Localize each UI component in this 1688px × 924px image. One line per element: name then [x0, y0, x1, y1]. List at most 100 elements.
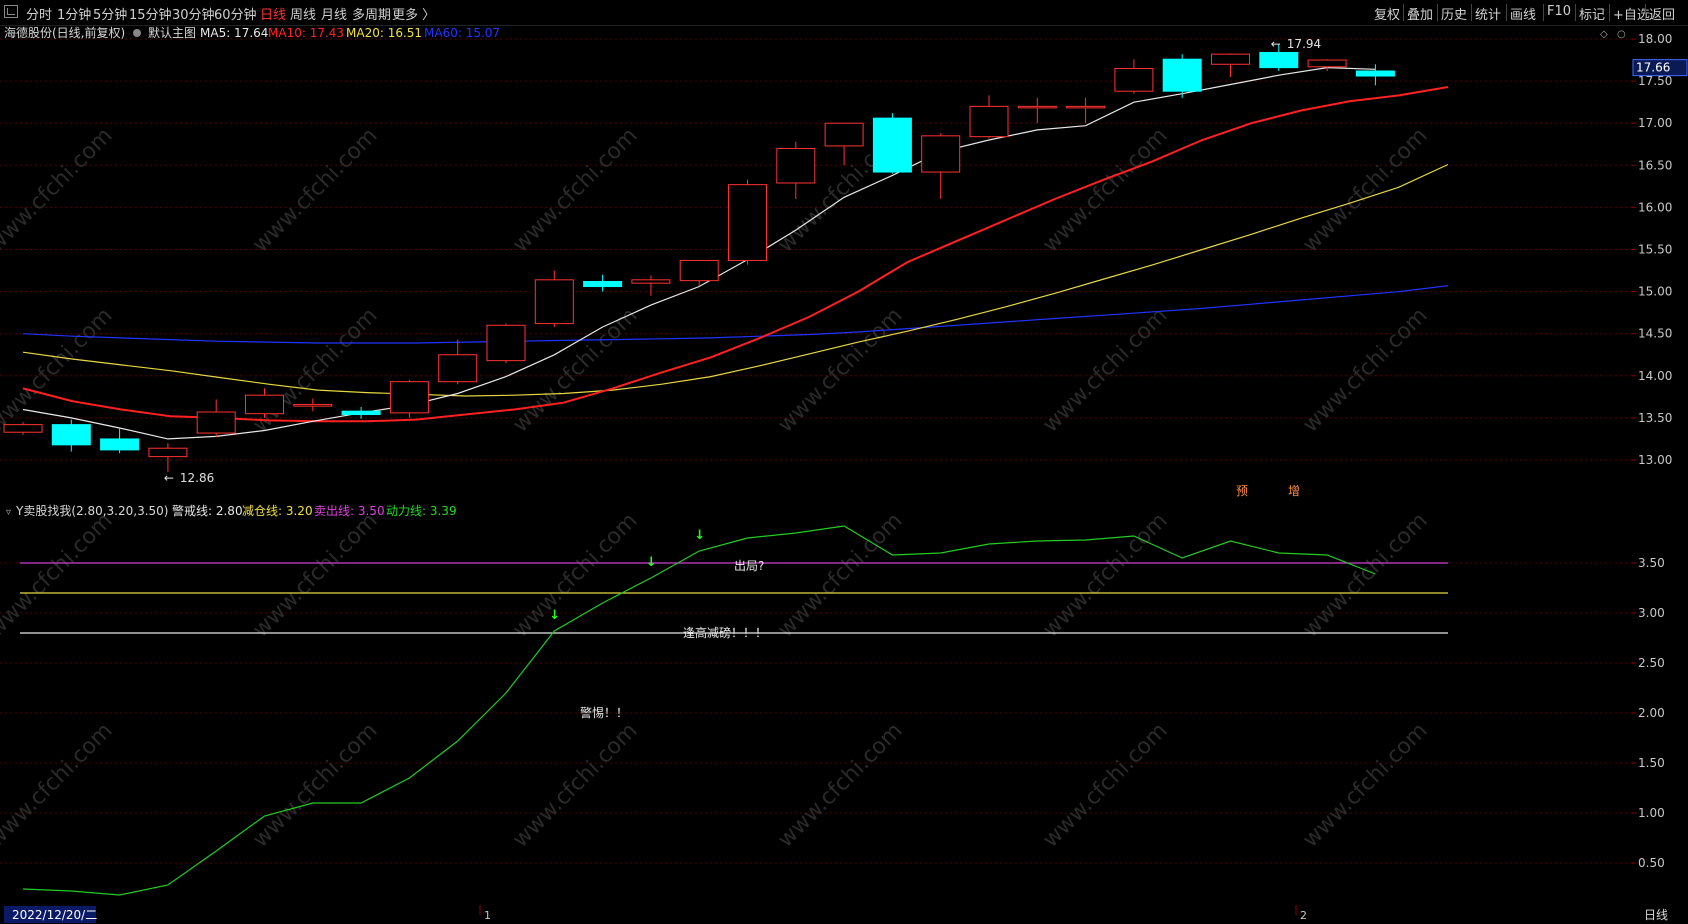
candle-12[interactable] [583, 274, 623, 292]
watermark-text-5: www.cfchi.com [1298, 123, 1432, 257]
candle-21[interactable] [1017, 97, 1057, 124]
candle-25[interactable] [1211, 53, 1250, 77]
candle-15[interactable] [728, 179, 767, 265]
period-tab-6[interactable]: 日线 [260, 4, 286, 23]
candle-body [389, 381, 429, 414]
collapse-icon[interactable]: ▿ [6, 507, 11, 518]
ma-label-2: MA20: 16.51 [346, 26, 422, 40]
period-tab-8[interactable]: 月线 [321, 4, 347, 23]
toolbar-button-3[interactable]: 统计 [1475, 4, 1501, 23]
candle-18[interactable] [872, 113, 912, 174]
stock-title[interactable]: 海德股份(日线,前复权) [4, 25, 125, 40]
toolbar-button-2[interactable]: 历史 [1441, 4, 1467, 23]
candle-body [969, 105, 1009, 138]
candle-11[interactable] [534, 270, 574, 327]
toolbar-separator [1437, 4, 1438, 21]
period-tab-3[interactable]: 15分钟 [129, 4, 172, 23]
toolbar-button-5[interactable]: F10 [1547, 4, 1571, 19]
current-price-label: 17.66 [1636, 61, 1670, 75]
indicator-name[interactable]: Y卖股找我(2.80,3.20,3.50) [15, 504, 168, 518]
indicator-tick-label-3: 2.00 [1638, 706, 1665, 720]
candle-1[interactable] [51, 419, 91, 452]
time-marker-2: 2 [1300, 909, 1307, 922]
toolbar-button-4[interactable]: 画线 [1510, 4, 1536, 23]
candle-13[interactable] [631, 275, 671, 296]
window-menu-icon[interactable] [4, 5, 18, 18]
candle-4[interactable] [196, 399, 236, 438]
period-tab-0[interactable]: 分时 [26, 4, 52, 23]
watermark-text-23: www.cfchi.com [1298, 718, 1432, 852]
candle-body [583, 280, 623, 288]
toolbar-separator [1609, 4, 1610, 21]
indicator-tick-label-1: 3.00 [1638, 606, 1665, 620]
candle-body [872, 117, 912, 173]
period-tab-4[interactable]: 30分钟 [172, 4, 215, 23]
candle-19[interactable] [921, 133, 961, 199]
high-price-marker: 17.94 [1287, 37, 1321, 51]
candle-9[interactable] [438, 339, 478, 385]
template-name[interactable]: 默认主图 [148, 25, 196, 40]
diamond-icon[interactable]: ◇ [1600, 29, 1608, 40]
candle-7[interactable] [341, 406, 381, 419]
chart-headers: 海德股份(日线,前复权) 默认主图 Y卖股找我(2.80,3.20,3.50) … [4, 25, 1626, 518]
period-tab-2[interactable]: 5分钟 [93, 4, 127, 23]
candle-8[interactable] [389, 380, 429, 418]
candle-20[interactable] [969, 95, 1009, 139]
watermark-text-20: www.cfchi.com [508, 718, 642, 852]
price-tick-label-1: 17.50 [1638, 74, 1672, 88]
candle-body [51, 424, 91, 446]
toolbar-button-0[interactable]: 复权 [1374, 4, 1400, 23]
candle-body [100, 438, 140, 451]
annotation-exit: 出局? [734, 559, 764, 573]
indicator-panel[interactable]: ↓ ↓ ↓ 出局? 逢高减磅！！！ 警惕！！ [20, 525, 1448, 896]
candle-body [1211, 53, 1250, 65]
toolbar-separator [1506, 4, 1507, 21]
ma-label-3: MA60: 15.07 [424, 26, 500, 40]
candle-16[interactable] [776, 141, 816, 199]
more-periods-button[interactable]: 更多 〉 [392, 4, 435, 23]
candle-body [196, 411, 236, 434]
template-dot-icon[interactable] [133, 29, 141, 37]
candle-24[interactable] [1162, 54, 1202, 98]
period-tab-7[interactable]: 周线 [290, 4, 316, 23]
candle-14[interactable] [679, 259, 719, 286]
period-label: 日线 [1644, 908, 1668, 922]
date-cursor-label: 2022/12/20/二 [12, 908, 97, 922]
toolbar-button-6[interactable]: 标记 [1579, 4, 1605, 23]
toolbar-separator [1645, 4, 1646, 21]
indicator-tick-label-5: 1.00 [1638, 806, 1665, 820]
candle-body [1307, 59, 1347, 68]
toolbar-button-1[interactable]: 叠加 [1407, 4, 1433, 23]
candle-2[interactable] [100, 428, 140, 454]
candle-body [486, 324, 526, 362]
candle-body [245, 394, 284, 415]
period-tab-9[interactable]: 多周期 [352, 4, 391, 23]
signal-label-yu: 预 [1236, 484, 1248, 498]
candle-body [148, 447, 188, 458]
ma60-line [22, 285, 1449, 344]
chart-area: www.cfchi.com www.cfchi.com www.cfchi.com w… [0, 25, 1688, 923]
indicator-tick-label-6: 0.50 [1638, 856, 1665, 870]
circle-icon[interactable]: ○ [1617, 29, 1626, 40]
low-price-marker: 12.86 [180, 471, 214, 485]
toolbar-separator [1403, 4, 1404, 21]
price-tick-label-4: 16.00 [1638, 200, 1672, 214]
watermark-text-4: www.cfchi.com [1038, 123, 1172, 257]
candlestick-series[interactable]: ← 17.94 ← 12.86 预 增 [3, 37, 1395, 498]
candle-3[interactable] [148, 443, 188, 472]
candle-28[interactable] [1355, 64, 1395, 86]
candle-23[interactable] [1114, 59, 1154, 94]
watermark-text-16: www.cfchi.com [1038, 508, 1172, 642]
watermark-text-15: www.cfchi.com [773, 508, 907, 642]
watermark-text-14: www.cfchi.com [508, 508, 642, 642]
watermark-text-13: www.cfchi.com [248, 508, 382, 642]
indicator-label-1: 减仓线: 3.20 [242, 504, 313, 518]
watermark-text-22: www.cfchi.com [1038, 718, 1172, 852]
period-tab-5[interactable]: 60分钟 [214, 4, 257, 23]
watermark-layer: www.cfchi.com www.cfchi.com www.cfchi.com w… [0, 123, 1433, 852]
watermark-text-1: www.cfchi.com [248, 123, 382, 257]
candle-body [776, 147, 816, 184]
candle-10[interactable] [486, 323, 526, 364]
toolbar-button-8[interactable]: 返回 [1649, 4, 1675, 23]
period-tab-1[interactable]: 1分钟 [57, 4, 91, 23]
